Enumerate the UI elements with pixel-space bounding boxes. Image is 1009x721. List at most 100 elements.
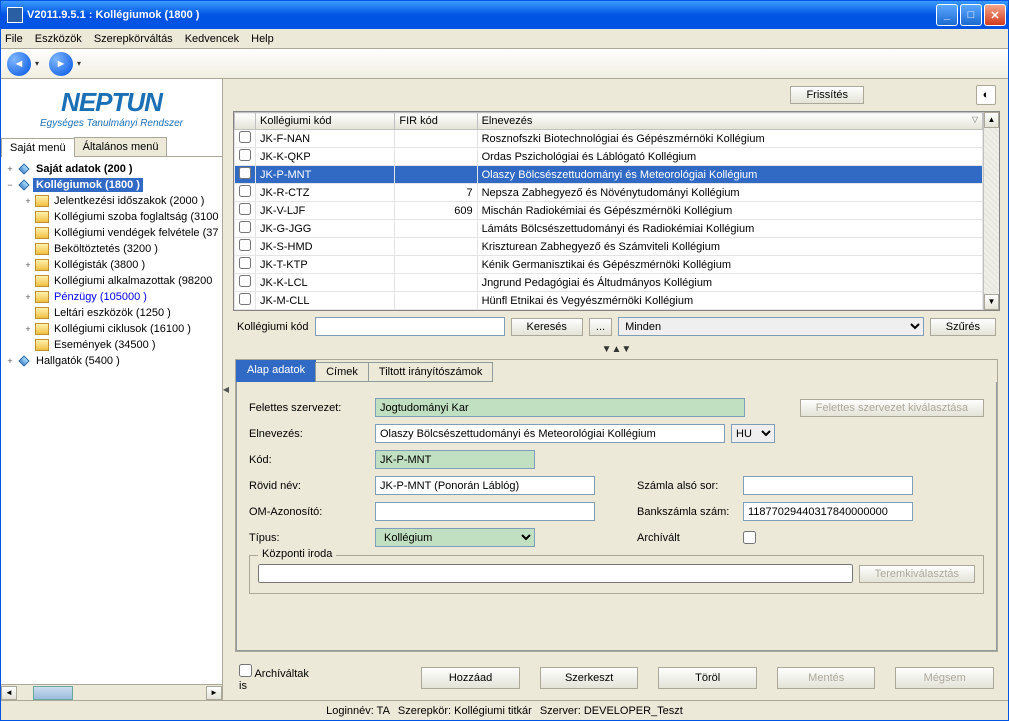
archivalt-checkbox[interactable] — [743, 531, 756, 544]
edit-button[interactable]: Szerkeszt — [540, 667, 639, 689]
menu-fav[interactable]: Kedvencek — [185, 33, 239, 45]
grid-header-code[interactable]: Kollégiumi kód — [256, 113, 395, 130]
row-checkbox[interactable] — [239, 221, 251, 233]
tree-label[interactable]: Beköltöztetés (3200 ) — [51, 242, 161, 256]
table-row[interactable]: JK-R-CTZ7Nepsza Zabhegyező és Növénytudo… — [235, 184, 983, 202]
tipus-select[interactable]: Kollégium — [375, 528, 535, 547]
tree-label[interactable]: Események (34500 ) — [51, 338, 159, 352]
table-row[interactable]: JK-K-QKPOrdas Pszichológiai és Láblógató… — [235, 148, 983, 166]
menu-help[interactable]: Help — [251, 33, 274, 45]
table-row[interactable]: JK-T-KTPKénik Germanisztikai és Gépészmé… — [235, 256, 983, 274]
menu-tools[interactable]: Eszközök — [35, 33, 82, 45]
search-more-button[interactable]: ... — [589, 318, 612, 336]
table-row[interactable]: JK-V-LJF609Mischán Radiokémiai és Gépész… — [235, 202, 983, 220]
tree-label[interactable]: Kollégiumi alkalmazottak (98200 — [51, 274, 215, 288]
om-field[interactable] — [375, 502, 595, 521]
row-checkbox[interactable] — [239, 185, 251, 197]
tab-cimek[interactable]: Címek — [315, 362, 369, 382]
nav-forward-button[interactable]: ► — [49, 52, 73, 76]
search-input[interactable] — [315, 317, 505, 336]
tree-item[interactable]: +Jelentkezési időszakok (2000 ) — [1, 193, 222, 209]
table-row[interactable]: JK-M-CLLHünfl Etnikai és Vegyészmérnöki … — [235, 292, 983, 310]
scroll-right-icon[interactable]: ► — [206, 686, 222, 700]
nav-back-dropdown[interactable]: ▾ — [35, 59, 45, 68]
sidebar-tab-general[interactable]: Általános menü — [74, 137, 168, 156]
delete-button[interactable]: Töröl — [658, 667, 757, 689]
search-button[interactable]: Keresés — [511, 318, 583, 336]
tree-item[interactable]: +Kollégisták (3800 ) — [1, 257, 222, 273]
tree-label[interactable]: Kollégiumi vendégek felvétele (37 — [51, 226, 222, 240]
tree-item[interactable]: +Kollégiumi ciklusok (16100 ) — [1, 321, 222, 337]
tree-label[interactable]: Leltári eszközök (1250 ) — [51, 306, 174, 320]
minimize-button[interactable]: _ — [936, 4, 958, 26]
grid-header-check[interactable] — [235, 113, 256, 130]
kod-field[interactable] — [375, 450, 535, 469]
elnevezes-field[interactable] — [375, 424, 725, 443]
tree-label[interactable]: Saját adatok (200 ) — [33, 162, 136, 176]
row-checkbox[interactable] — [239, 167, 251, 179]
pager[interactable]: ▼▲▼ — [229, 342, 1004, 357]
tab-tiltott[interactable]: Tiltott irányítószámok — [368, 362, 494, 382]
table-row[interactable]: JK-F-NANRosznofszki Biotechnológiai és G… — [235, 130, 983, 148]
tree-item[interactable]: +Hallgatók (5400 ) — [1, 353, 222, 369]
row-checkbox[interactable] — [239, 293, 251, 305]
lang-select[interactable]: HU — [731, 424, 775, 443]
tree-item[interactable]: Kollégiumi alkalmazottak (98200 — [1, 273, 222, 289]
row-checkbox[interactable] — [239, 203, 251, 215]
scope-select[interactable]: Minden — [618, 317, 924, 336]
add-button[interactable]: Hozzáad — [421, 667, 520, 689]
filter-button[interactable]: Szűrés — [930, 318, 996, 336]
row-checkbox[interactable] — [239, 149, 251, 161]
tree-item[interactable]: Leltári eszközök (1250 ) — [1, 305, 222, 321]
cancel-button: Mégsem — [895, 667, 994, 689]
tree-item[interactable]: +Saját adatok (200 ) — [1, 161, 222, 177]
tree-label[interactable]: Kollégiumok (1800 ) — [33, 178, 143, 192]
tree[interactable]: +Saját adatok (200 )−Kollégiumok (1800 )… — [1, 157, 222, 684]
tree-item[interactable]: Kollégiumi vendégek felvétele (37 — [1, 225, 222, 241]
tree-label[interactable]: Jelentkezési időszakok (2000 ) — [51, 194, 207, 208]
szamla-field[interactable] — [743, 476, 913, 495]
refresh-button[interactable]: Frissítés — [790, 86, 864, 104]
menu-role[interactable]: Szerepkörváltás — [94, 33, 173, 45]
tab-alapadatok[interactable]: Alap adatok — [236, 360, 316, 382]
tree-label[interactable]: Kollégisták (3800 ) — [51, 258, 148, 272]
archive-check-label[interactable]: Archíváltak is — [239, 664, 311, 692]
tree-label[interactable]: Kollégiumi szoba foglaltság (3100 — [51, 210, 222, 224]
maximize-button[interactable]: □ — [960, 4, 982, 26]
row-checkbox[interactable] — [239, 257, 251, 269]
tree-item[interactable]: Események (34500 ) — [1, 337, 222, 353]
table-row[interactable]: JK-S-HMDKriszturean Zabhegyező és Számvi… — [235, 238, 983, 256]
scroll-down-icon[interactable]: ▼ — [984, 294, 999, 310]
table-row[interactable]: JK-K-LCLJngrund Pedagógiai és Áltudmányo… — [235, 274, 983, 292]
tree-label[interactable]: Hallgatók (5400 ) — [33, 354, 123, 368]
table-row[interactable]: JK-G-JGGLámáts Bölcsészettudományi és Ra… — [235, 220, 983, 238]
felettes-field[interactable] — [375, 398, 745, 417]
row-checkbox[interactable] — [239, 239, 251, 251]
rovid-field[interactable] — [375, 476, 595, 495]
grid-header-fir[interactable]: FIR kód — [395, 113, 477, 130]
nav-back-button[interactable]: ◄ — [7, 52, 31, 76]
sidebar-tab-own[interactable]: Saját menü — [1, 138, 75, 157]
row-checkbox[interactable] — [239, 275, 251, 287]
menu-file[interactable]: File — [5, 33, 23, 45]
archive-checkbox[interactable] — [239, 664, 252, 677]
scroll-thumb[interactable] — [33, 686, 73, 700]
grid-vscroll[interactable]: ▲ ▼ — [983, 112, 999, 310]
table-row[interactable]: JK-P-MNTOlaszy Bölcsészettudományi és Me… — [235, 166, 983, 184]
close-button[interactable]: ✕ — [984, 4, 1006, 26]
tree-item[interactable]: +Pénzügy (105000 ) — [1, 289, 222, 305]
sidebar-hscroll[interactable]: ◄ ► — [1, 684, 222, 700]
tree-item[interactable]: Beköltöztetés (3200 ) — [1, 241, 222, 257]
kozponti-field[interactable] — [258, 564, 853, 583]
tree-label[interactable]: Pénzügy (105000 ) — [51, 290, 150, 304]
bank-field[interactable] — [743, 502, 913, 521]
scroll-left-icon[interactable]: ◄ — [1, 686, 17, 700]
nav-forward-dropdown[interactable]: ▾ — [77, 59, 87, 68]
tree-item[interactable]: −Kollégiumok (1800 ) — [1, 177, 222, 193]
scroll-up-icon[interactable]: ▲ — [984, 112, 999, 128]
globe-icon[interactable]: ◐ — [976, 85, 996, 105]
tree-label[interactable]: Kollégiumi ciklusok (16100 ) — [51, 322, 194, 336]
tree-item[interactable]: Kollégiumi szoba foglaltság (3100 — [1, 209, 222, 225]
grid-header-name[interactable]: Elnevezés▽ — [477, 113, 982, 130]
row-checkbox[interactable] — [239, 131, 251, 143]
